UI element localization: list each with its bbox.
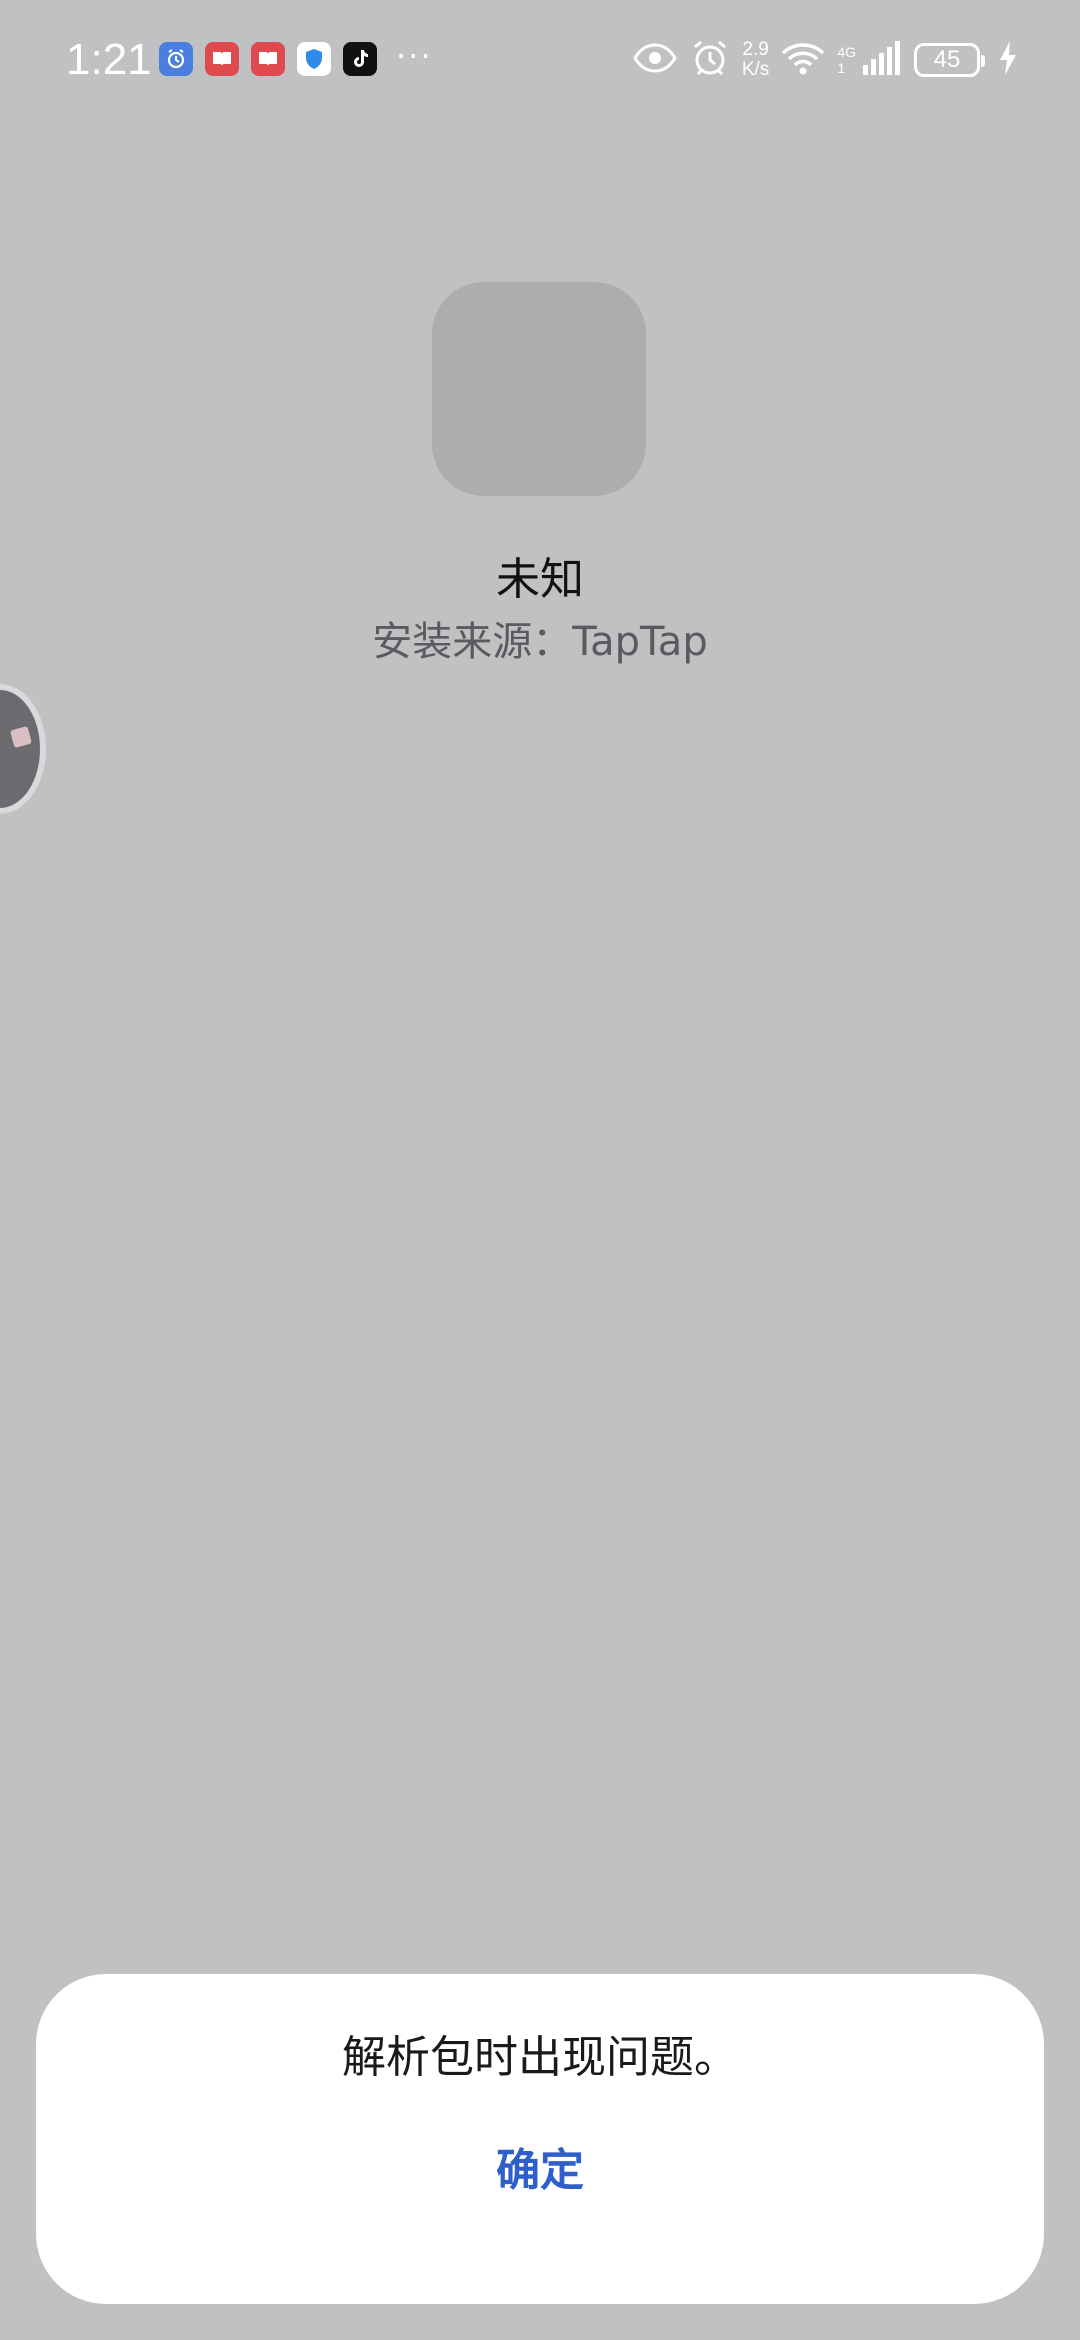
shield-app-icon bbox=[297, 42, 331, 76]
wifi-icon bbox=[781, 41, 825, 79]
app-name: 未知 bbox=[496, 554, 584, 605]
bubble-icon bbox=[9, 725, 33, 749]
clock-app-icon bbox=[159, 42, 193, 76]
alarm-icon bbox=[690, 38, 730, 82]
floating-assistant-bubble[interactable] bbox=[0, 684, 46, 814]
dialog-message: 解析包时出现问题。 bbox=[342, 2032, 738, 2083]
battery-indicator: 45 bbox=[914, 43, 985, 77]
notification-icons bbox=[159, 42, 377, 76]
book-app-icon bbox=[205, 42, 239, 76]
charging-bolt-icon bbox=[998, 41, 1018, 79]
network-type: 4G 1 bbox=[837, 44, 856, 76]
network-speed: 2.9 K/s bbox=[741, 39, 770, 80]
app-icon-placeholder bbox=[432, 282, 646, 496]
book-app-icon-2 bbox=[251, 42, 285, 76]
install-source: 安装来源：TapTap bbox=[372, 619, 708, 665]
more-notifications-indicator: ··· bbox=[396, 37, 433, 75]
eye-icon bbox=[632, 43, 678, 77]
confirm-button[interactable]: 确定 bbox=[440, 2126, 640, 2216]
status-bar: 1:21 ··· 2.9 K/s 4G 1 45 bbox=[0, 0, 1080, 120]
tiktok-app-icon bbox=[343, 42, 377, 76]
system-icons: 2.9 K/s 4G 1 45 bbox=[632, 36, 1018, 84]
status-clock: 1:21 bbox=[66, 35, 152, 84]
signal-icon bbox=[862, 41, 902, 79]
error-dialog: 解析包时出现问题。 确定 bbox=[36, 1974, 1044, 2304]
